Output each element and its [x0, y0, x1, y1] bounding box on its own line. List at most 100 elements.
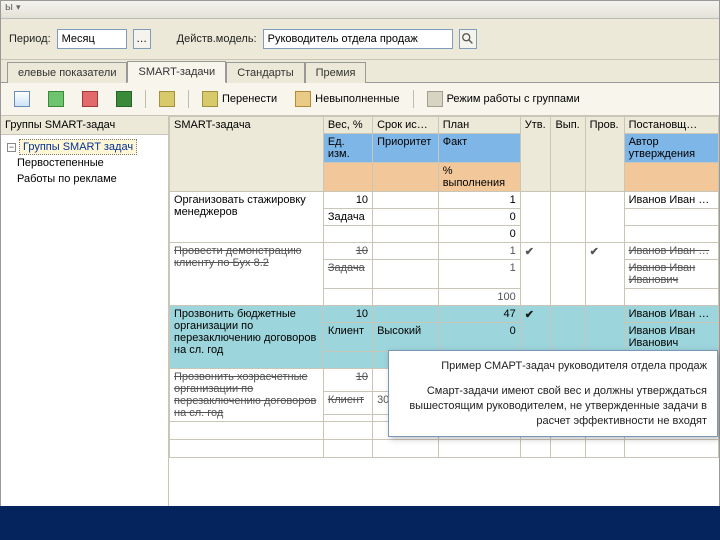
col-author[interactable]: Автор утверждения — [624, 134, 718, 163]
col-unit[interactable]: Ед. изм. — [323, 134, 372, 163]
cell-owner[interactable]: Иванов Иван … — [624, 243, 718, 260]
tree-header: Группы SMART-задач — [1, 116, 168, 135]
cell-task[interactable]: Прозвонить бюджетные организации по пере… — [170, 306, 324, 369]
col-blank — [624, 163, 718, 192]
cell-author[interactable] — [624, 209, 718, 226]
cell-author[interactable]: Иванов Иван Иванович — [624, 260, 718, 289]
period-field[interactable]: Месяц — [57, 29, 127, 49]
callout-title: Пример СМАРТ-задач руководителя отдела п… — [399, 359, 707, 374]
tb-refresh[interactable] — [154, 89, 180, 109]
tab-standards[interactable]: Стандарты — [226, 62, 304, 83]
move-icon — [202, 91, 218, 107]
cell-author[interactable]: Иванов Иван Иванович — [624, 323, 718, 352]
excel-icon — [116, 91, 132, 107]
cell-plan[interactable]: 47 — [438, 306, 520, 323]
tree-root[interactable]: −Группы SMART задач — [5, 139, 164, 155]
tb-unfulfilled[interactable]: Невыполненные — [290, 89, 404, 109]
cell-weight[interactable]: 10 — [323, 192, 372, 209]
cell-unit[interactable]: Задача — [323, 209, 372, 226]
tab-bonus[interactable]: Премия — [305, 62, 367, 83]
cell-blank — [323, 226, 372, 243]
separator — [145, 90, 146, 108]
tab-targets[interactable]: елевые показатели — [7, 62, 127, 83]
separator — [188, 90, 189, 108]
groups-tree: Группы SMART-задач −Группы SMART задач П… — [1, 116, 169, 516]
cell-priority[interactable] — [373, 209, 439, 226]
cell-weight[interactable]: 10 — [323, 306, 372, 323]
col-task[interactable]: SMART-задача — [170, 117, 324, 192]
cell-chk[interactable] — [585, 192, 624, 243]
cell-due[interactable] — [373, 192, 439, 209]
cell-done[interactable] — [551, 192, 585, 243]
col-plan[interactable]: План — [438, 117, 520, 134]
cell-blank — [624, 226, 718, 243]
col-chk[interactable]: Пров. — [585, 117, 624, 192]
cell-weight[interactable]: 10 — [323, 243, 372, 260]
cell-fact[interactable]: 0 — [438, 323, 520, 352]
table-row[interactable]: Провести демонстрацию клиенту по Бух 8.2… — [170, 243, 719, 260]
period-label: Период: — [9, 33, 51, 45]
expand-icon[interactable]: − — [7, 143, 16, 152]
period-picker-button[interactable]: … — [133, 29, 151, 49]
cell-fact[interactable]: 0 — [438, 209, 520, 226]
cell-pct[interactable]: 100 — [438, 289, 520, 306]
table-row[interactable] — [170, 440, 719, 458]
col-priority[interactable]: Приоритет — [373, 134, 439, 163]
cell-unit[interactable]: Задача — [323, 260, 372, 289]
tb-add[interactable] — [43, 89, 69, 109]
document-icon — [14, 91, 30, 107]
tb-remove[interactable] — [77, 89, 103, 109]
cell-owner[interactable]: Иванов Иван … — [624, 306, 718, 323]
cell-priority[interactable] — [373, 260, 439, 289]
cell-pct[interactable]: 0 — [438, 226, 520, 243]
cell-appr[interactable] — [520, 192, 551, 243]
tab-smart[interactable]: SMART-задачи — [127, 61, 226, 83]
model-label: Действ.модель: — [177, 33, 257, 45]
tb-mode[interactable]: Режим работы с группами — [422, 89, 585, 109]
cell-fact[interactable]: 1 — [438, 260, 520, 289]
table-row[interactable]: Организовать стажировку менеджеров101Ива… — [170, 192, 719, 209]
cell-due[interactable] — [373, 243, 439, 260]
col-done[interactable]: Вып. — [551, 117, 585, 192]
cell-priority[interactable]: Высокий — [373, 323, 439, 352]
col-pct[interactable]: % выполнения — [438, 163, 520, 192]
cell-appr[interactable]: ✔ — [520, 243, 551, 306]
tooltip-callout: Пример СМАРТ-задач руководителя отдела п… — [388, 350, 718, 437]
tb-move[interactable]: Перенести — [197, 89, 282, 109]
cell-blank — [323, 289, 372, 306]
cell-task[interactable]: Провести демонстрацию клиенту по Бух 8.2 — [170, 243, 324, 306]
model-field[interactable]: Руководитель отдела продаж — [263, 29, 453, 49]
callout-body: Смарт-задачи имеют свой вес и должны утв… — [399, 384, 707, 429]
col-appr[interactable]: Утв. — [520, 117, 551, 192]
cell-task[interactable]: Организовать стажировку менеджеров — [170, 192, 324, 243]
col-blank — [373, 163, 439, 192]
cell-done[interactable] — [551, 243, 585, 306]
list-mode-icon — [427, 91, 443, 107]
col-owner[interactable]: Постановщ… — [624, 117, 718, 134]
tree-item[interactable]: Работы по рекламе — [5, 171, 164, 187]
tb-new[interactable] — [9, 89, 35, 109]
footer-bar — [0, 506, 720, 540]
tb-export[interactable] — [111, 89, 137, 109]
col-due[interactable]: Срок ис… — [373, 117, 439, 134]
cell-due[interactable] — [373, 306, 439, 323]
separator — [413, 90, 414, 108]
col-fact[interactable]: Факт — [438, 134, 520, 163]
cell-unit[interactable]: Клиент — [323, 323, 372, 352]
table-row[interactable]: Прозвонить бюджетные организации по пере… — [170, 306, 719, 323]
toolbar: Перенести Невыполненные Режим работы с г… — [1, 83, 719, 116]
cell-plan[interactable]: 1 — [438, 243, 520, 260]
minus-icon — [82, 91, 98, 107]
cell-blank — [624, 289, 718, 306]
cell-task[interactable]: Прозвонить хозрасчетные организации по п… — [170, 369, 324, 422]
tree-item[interactable]: Первостепенные — [5, 155, 164, 171]
col-weight[interactable]: Вес, % — [323, 117, 372, 134]
refresh-icon — [159, 91, 175, 107]
cell-unit[interactable]: Клиент — [323, 392, 372, 415]
cell-weight[interactable]: 10 — [323, 369, 372, 392]
cell-plan[interactable]: 1 — [438, 192, 520, 209]
cell-owner[interactable]: Иванов Иван … — [624, 192, 718, 209]
tb-mode-label: Режим работы с группами — [447, 93, 580, 105]
cell-chk[interactable]: ✔ — [585, 243, 624, 306]
model-lookup-button[interactable] — [459, 29, 477, 49]
